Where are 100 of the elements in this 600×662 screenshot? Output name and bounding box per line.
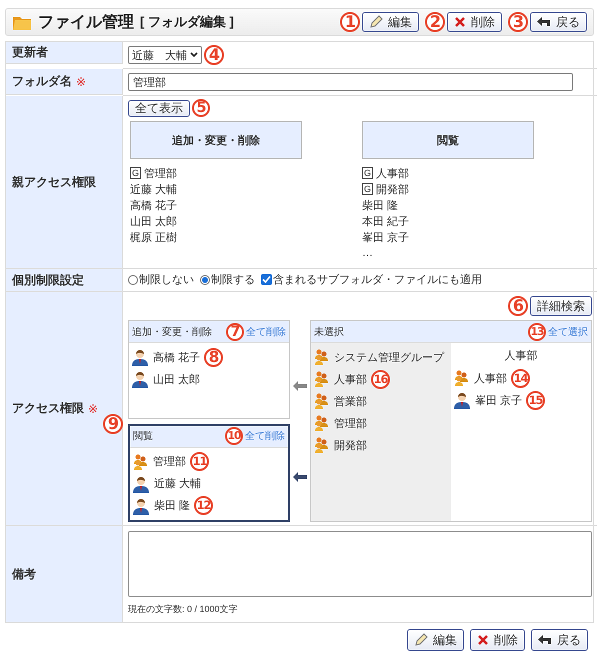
pencil-icon (369, 15, 383, 29)
number-callout: 13 (528, 322, 546, 340)
number-callout: 14 (511, 368, 530, 388)
radio-option[interactable]: 制限する (200, 272, 255, 287)
list-title: 追加・変更・削除 (132, 326, 212, 338)
checkbox-option[interactable]: 含まれるサブフォルダ・ファイルにも適用 (261, 272, 482, 287)
member-name[interactable]: 高橋 花子 (153, 350, 200, 364)
number-callout: 5 (192, 99, 210, 117)
user-icon (131, 348, 149, 366)
caret-icon (190, 52, 198, 58)
number-callout: 2 (425, 12, 445, 32)
member-name: 高橋 花子 (130, 198, 178, 212)
field-label: フォルダ名 (12, 73, 72, 90)
user-icon (453, 391, 471, 409)
member-name: 梶原 正樹 (130, 230, 178, 244)
column-heading: 追加・変更・削除 (130, 121, 302, 159)
member-name[interactable]: 近藤 大輔 (154, 476, 202, 491)
number-callout: 11 (190, 452, 209, 471)
user-icon (132, 474, 150, 492)
list-title: 未選択 (314, 326, 344, 338)
permission-list[interactable]: 追加・変更・削除 7 全て削除 高橋 花子 8 山田 太郎 (128, 320, 290, 418)
group-badge: G (362, 167, 374, 179)
group-badge: G (362, 183, 374, 195)
member-name: 開発部 (376, 182, 410, 196)
group-name[interactable]: 営業部 (334, 394, 367, 408)
group-icon (313, 349, 330, 365)
select-all-link[interactable]: 全て選択 (548, 324, 588, 338)
required-mark: ※ (76, 74, 86, 88)
delete-button[interactable]: 削除 (470, 629, 525, 651)
group-name[interactable]: 管理部 (334, 416, 367, 430)
arrow-left-icon[interactable] (293, 472, 307, 482)
page-subtitle: [ フォルダ編集 ] (140, 13, 234, 31)
clear-all-link[interactable]: 全て削除 (246, 324, 286, 338)
remarks-field[interactable] (128, 531, 592, 597)
field-label: 個別制限設定 (12, 272, 84, 288)
member-name: 管理部 (144, 166, 178, 180)
permission-list[interactable]: 閲覧 10 全て削除 管理部 11 近藤 大輔 柴田 隆 12 (128, 424, 290, 522)
edit-button[interactable]: 編集 (407, 629, 464, 651)
member-name[interactable]: 柴田 隆 (154, 498, 190, 513)
edit-button[interactable]: 編集 (362, 12, 419, 32)
number-callout: 8 (204, 348, 224, 366)
number-callout: 10 (225, 427, 243, 445)
group-icon (313, 415, 330, 431)
return-arrow-icon (538, 634, 552, 646)
user-icon (131, 370, 149, 388)
required-mark: ※ (88, 402, 98, 416)
number-callout: 4 (204, 45, 224, 65)
back-button[interactable]: 戻る (531, 629, 588, 651)
field-label: 備考 (12, 566, 36, 582)
member-name[interactable]: 人事部 (474, 370, 507, 386)
group-icon (132, 454, 149, 470)
member-name[interactable]: 山田 太郎 (153, 372, 200, 386)
folder-name-field[interactable]: 管理部 (128, 73, 573, 91)
number-callout: 1 (340, 12, 360, 32)
field-label: アクセス権限 (12, 400, 84, 417)
group-icon (313, 437, 330, 453)
member-name: 近藤 大輔 (130, 182, 178, 196)
close-icon (477, 634, 489, 646)
radio-option[interactable]: 制限しない (128, 272, 194, 287)
return-arrow-icon (537, 16, 551, 28)
column-heading: 閲覧 (362, 121, 534, 159)
group-icon (453, 370, 470, 386)
group-icon (313, 393, 330, 409)
number-callout: 15 (526, 390, 546, 410)
group-icon (313, 371, 330, 387)
updater-select[interactable]: 近藤 大輔 (128, 46, 202, 64)
field-label: 更新者 (12, 44, 48, 61)
back-button[interactable]: 戻る (530, 12, 587, 32)
group-name[interactable]: 開発部 (334, 438, 367, 452)
number-callout: 7 (226, 322, 244, 340)
group-badge: G (130, 167, 142, 179)
page-title: ファイル管理 (38, 12, 134, 32)
radio-button[interactable] (128, 274, 138, 284)
group-name[interactable]: 人事部 (334, 372, 367, 386)
member-name[interactable]: 峯田 京子 (475, 392, 522, 408)
member-name: 山田 太郎 (130, 214, 178, 228)
number-callout: 12 (194, 496, 214, 515)
character-counter: 現在の文字数: 0 / 1000文字 (128, 603, 239, 616)
member-name: 本田 紀子 (362, 214, 410, 228)
clear-all-link[interactable]: 全て削除 (245, 429, 285, 443)
close-icon (454, 16, 466, 28)
search-button[interactable]: 詳細検索 (530, 296, 592, 316)
member-name: 柴田 隆 (362, 198, 398, 212)
member-name: 人事部 (376, 166, 410, 180)
members-heading: 人事部 (504, 348, 538, 364)
group-name[interactable]: システム管理グループ (334, 350, 444, 364)
pencil-icon (414, 633, 428, 647)
radio-button[interactable] (200, 274, 210, 284)
user-icon (132, 496, 150, 514)
field-label: 親アクセス権限 (12, 174, 96, 190)
list-title: 閲覧 (133, 430, 153, 443)
number-callout: 3 (508, 12, 528, 32)
show-all-button[interactable]: 全て表示 (128, 100, 190, 116)
member-name: 峯田 京子 (362, 230, 410, 244)
member-name[interactable]: 管理部 (153, 454, 186, 469)
checkbox[interactable] (261, 274, 272, 285)
more-indicator: … (362, 247, 373, 259)
delete-button[interactable]: 削除 (447, 12, 502, 32)
number-callout: 16 (371, 370, 390, 388)
number-callout: 6 (508, 296, 528, 316)
